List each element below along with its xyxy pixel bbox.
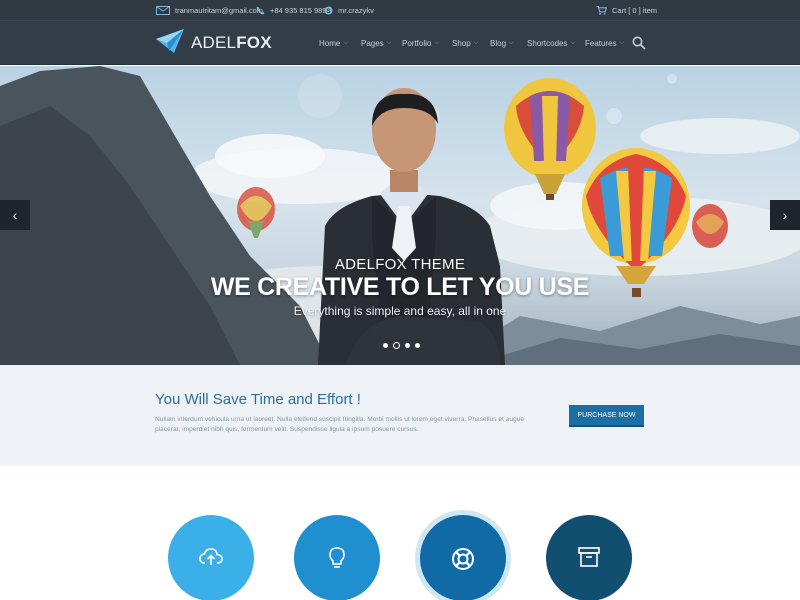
nav-label: Home [319,39,341,48]
callout-section: You Will Save Time and Effort ! Nullam i… [0,365,800,466]
nav-label: Portfolio [402,39,432,48]
nav-home[interactable]: Home ⌵ [319,21,348,66]
search-icon [632,36,646,54]
nav-portfolio[interactable]: Portfolio ⌵ [402,21,439,66]
mail-icon [156,5,170,15]
logo-text-fox: FOX [236,33,272,52]
cart-link[interactable]: Cart [ 0 ] item [596,0,657,20]
cart-icon [596,5,607,15]
logo-text-adel: ADEL [191,33,237,52]
svg-text:S: S [326,8,330,15]
nav-label: Features [585,39,617,48]
cloud-upload-icon [199,547,223,572]
skype-icon: S [324,5,333,15]
hero-caption-small: ADELFOX THEME [334,256,466,273]
nav-features[interactable]: Features ⌵ [585,21,624,66]
chevron-down-icon: ⌵ [386,40,392,46]
nav-shortcodes[interactable]: Shortcodes ⌵ [527,21,575,66]
chevron-down-icon: ⌵ [434,40,439,46]
hero-headline: WE CREATIVE TO LET YOU USE [210,273,590,301]
chevron-down-icon: ⌵ [343,40,348,46]
contact-phone[interactable]: +84 935 815 989 [256,0,327,20]
top-info-bar: tranmautritam@gmail.com +84 935 815 989 … [0,0,800,20]
nav-label: Shop [452,39,471,48]
chevron-down-icon: ⌵ [619,40,625,46]
feature-circle-cloud[interactable] [168,515,254,600]
nav-label: Shortcodes [527,39,568,48]
archive-icon [578,547,600,572]
slider-dot-3[interactable] [405,343,410,348]
slider-dot-4[interactable] [415,343,420,348]
slider-pagination [383,342,420,349]
paper-plane-icon [155,28,185,59]
site-header: ADELFOX Home ⌵ Pages ⌵ Portfolio ⌵ Shop ⌵ Bl… [0,20,800,65]
nav-blog[interactable]: Blog ⌵ [490,21,514,66]
chevron-down-icon: ⌵ [509,40,514,46]
chevron-down-icon: ⌵ [570,40,576,46]
contact-skype[interactable]: S mr.crazykv [324,0,374,20]
phone-icon [256,5,265,15]
callout-text: Nullam interdum vehicula urna ut laoreet… [155,416,525,433]
feature-circle-idea[interactable] [294,515,380,600]
email-text: tranmautritam@gmail.com [175,5,264,15]
skype-text: mr.crazykv [338,5,374,15]
slider-dot-2[interactable] [393,342,400,349]
hero-subtitle: Everything is simple and easy, all in on… [293,304,507,318]
contact-email[interactable]: tranmautritam@gmail.com [156,0,263,20]
chevron-left-icon: ‹ [12,207,18,223]
purchase-now-button[interactable]: PURCHASE NOW [569,405,644,427]
search-button[interactable] [632,36,646,50]
callout-title: You Will Save Time and Effort ! [155,391,361,408]
chevron-down-icon: ⌵ [473,40,479,46]
hero-background-image [0,66,800,365]
chevron-right-icon: › [782,207,788,223]
feature-circle-support[interactable] [420,515,506,600]
slider-next-button[interactable]: › [770,200,800,230]
nav-label: Pages [361,39,384,48]
feature-circle-archive[interactable] [546,515,632,600]
phone-text: +84 935 815 989 [270,5,327,15]
lifebuoy-icon [451,547,475,576]
nav-pages[interactable]: Pages ⌵ [361,21,391,66]
nav-shop[interactable]: Shop ⌵ [452,21,478,66]
logo-wordmark: ADELFOX [191,33,272,53]
nav-label: Blog [490,39,507,48]
lightbulb-icon [329,547,345,574]
site-logo[interactable]: ADELFOX [155,28,272,59]
cart-text: Cart [ 0 ] item [612,5,658,15]
hero-slider[interactable]: ADELFOX THEME WE CREATIVE TO LET YOU USE… [0,66,800,365]
slider-prev-button[interactable]: ‹ [0,200,30,230]
slider-dot-1[interactable] [383,343,388,348]
